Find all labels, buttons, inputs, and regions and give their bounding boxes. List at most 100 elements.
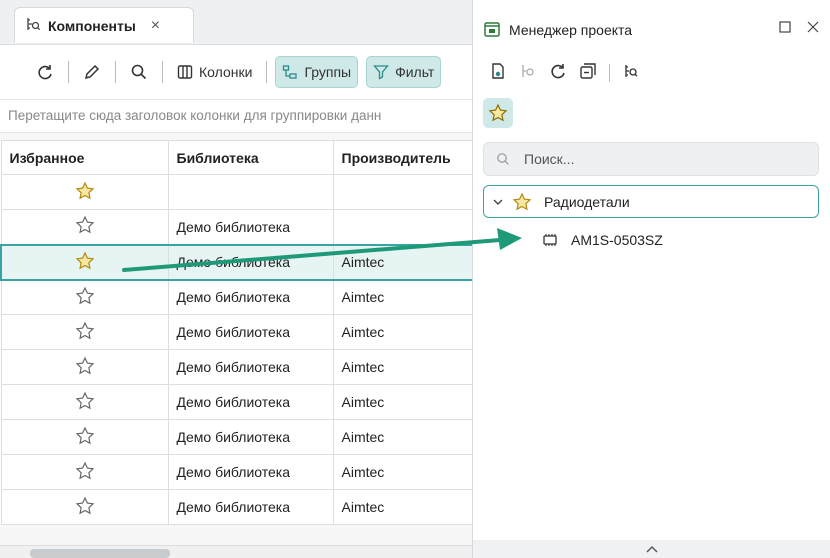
star-icon[interactable]: [75, 286, 95, 309]
library-cell: Демо библиотека: [167, 279, 334, 315]
chip-icon: [543, 234, 557, 246]
refresh-icon: [38, 65, 52, 80]
manufacturer-cell: Aimtec: [332, 384, 472, 420]
manufacturer-cell: Aimtec: [332, 349, 472, 385]
library-cell: Демо библиотека: [167, 209, 334, 245]
maximize-icon[interactable]: [779, 20, 791, 36]
favorite-cell[interactable]: [0, 384, 169, 420]
manufacturer-cell: Aimtec: [332, 314, 472, 350]
star-icon[interactable]: [75, 321, 95, 344]
edit-button[interactable]: [77, 57, 107, 87]
star-icon[interactable]: [75, 356, 95, 379]
library-cell: [167, 174, 334, 210]
panel-title: Менеджер проекта: [509, 22, 633, 38]
manufacturer-cell: Aimtec: [332, 279, 472, 315]
project-icon: [483, 20, 501, 41]
search-box: [483, 142, 819, 176]
manufacturer-cell: Aimtec: [332, 454, 472, 490]
favorite-cell[interactable]: [0, 279, 169, 315]
groups-button[interactable]: Группы: [275, 56, 359, 88]
group-drop-area[interactable]: Перетащите сюда заголовок колонки для гр…: [0, 99, 472, 133]
toolbar-divider: [609, 63, 610, 82]
toolbar: Колонки Группы Фильт: [0, 45, 472, 99]
refresh-icon[interactable]: [549, 62, 567, 83]
panel-header: Менеджер проекта: [483, 12, 823, 48]
chevron-up-icon: [646, 546, 658, 553]
manufacturer-cell: [332, 209, 472, 245]
library-cell: Демо библиотека: [167, 314, 334, 350]
close-icon[interactable]: ×: [151, 17, 160, 35]
component-search-icon[interactable]: [519, 62, 537, 83]
favorite-cell[interactable]: [0, 349, 169, 385]
groups-label: Группы: [304, 64, 352, 80]
tab-components[interactable]: Компоненты ×: [14, 7, 194, 43]
manufacturer-cell: Aimtec: [332, 243, 472, 281]
star-icon: [488, 103, 508, 122]
component-library-icon[interactable]: [622, 62, 640, 83]
component-search-icon: [25, 16, 41, 35]
toolbar-divider: [266, 61, 268, 83]
close-icon[interactable]: [807, 20, 819, 36]
collapse-panel-button[interactable]: [473, 540, 830, 558]
columns-label: Колонки: [199, 64, 253, 80]
table-row[interactable]: Демо библиотека Aimtec: [0, 419, 472, 455]
show-document-icon[interactable]: [489, 62, 507, 83]
tab-bar: Компоненты ×: [0, 0, 472, 45]
library-cell: Демо библиотека: [167, 454, 334, 490]
search-icon: [131, 64, 147, 80]
table-row[interactable]: Демо библиотека Aimtec: [0, 279, 472, 315]
components-panel: Компоненты × Колонки Группы Фильт Перета…: [0, 0, 472, 558]
library-cell: Демо библиотека: [167, 489, 334, 525]
search-icon: [497, 153, 509, 165]
star-icon[interactable]: [75, 461, 95, 484]
library-cell: Демо библиотека: [167, 419, 334, 455]
star-icon[interactable]: [75, 215, 95, 238]
favorite-cell[interactable]: [0, 174, 169, 210]
columns-button[interactable]: Колонки: [171, 57, 258, 87]
refresh-button[interactable]: [30, 57, 60, 87]
table-row[interactable]: Демо библиотека Aimtec: [0, 489, 472, 525]
tree-folder-radiodetali[interactable]: Радиодетали: [483, 185, 819, 218]
star-icon[interactable]: [75, 251, 95, 274]
search-input[interactable]: [522, 150, 786, 168]
scrollbar-thumb[interactable]: [30, 549, 170, 558]
favorite-cell[interactable]: [0, 419, 169, 455]
table-row[interactable]: Демо библиотека Aimtec: [0, 454, 472, 490]
star-icon[interactable]: [75, 496, 95, 519]
library-cell: Демо библиотека: [167, 384, 334, 420]
favorite-cell[interactable]: [0, 243, 169, 281]
favorite-cell[interactable]: [0, 489, 169, 525]
tree-item-label: AM1S-0503SZ: [571, 232, 663, 248]
filter-button[interactable]: Фильт: [366, 56, 442, 88]
column-header-favorite[interactable]: Избранное: [0, 140, 169, 175]
favorite-cell[interactable]: [0, 314, 169, 350]
table-row[interactable]: Демо библиотека Aimtec: [0, 314, 472, 350]
project-toolbar: [489, 62, 640, 83]
star-icon[interactable]: [75, 391, 95, 414]
table-row[interactable]: Демо библиотека: [0, 209, 472, 245]
column-header-library[interactable]: Библиотека: [167, 140, 334, 175]
favorite-cell[interactable]: [0, 209, 169, 245]
filter-icon: [373, 65, 389, 80]
column-header-manufacturer[interactable]: Производитель: [332, 140, 472, 175]
table-header-row: Избранное Библиотека Производитель: [0, 140, 472, 175]
table-row[interactable]: Демо библиотека Aimtec: [0, 349, 472, 385]
toolbar-divider: [68, 61, 69, 83]
filter-label: Фильт: [395, 64, 435, 80]
favorite-cell[interactable]: [0, 454, 169, 490]
collapse-all-icon[interactable]: [579, 62, 597, 83]
search-button[interactable]: [124, 57, 154, 87]
table-row[interactable]: Демо библиотека Aimtec: [0, 243, 472, 281]
chevron-down-icon[interactable]: [492, 196, 504, 208]
table-row[interactable]: [0, 174, 472, 210]
favorites-button[interactable]: [483, 98, 513, 128]
star-icon[interactable]: [75, 181, 95, 204]
tab-label: Компоненты: [48, 17, 136, 34]
star-icon: [512, 192, 532, 210]
project-manager-panel: Менеджер проекта Поиск... Радиодетали AM…: [472, 0, 830, 558]
table-row[interactable]: Демо библиотека Aimtec: [0, 384, 472, 420]
tree-item-component[interactable]: AM1S-0503SZ: [541, 228, 663, 252]
library-cell: Демо библиотека: [167, 349, 334, 385]
toolbar-divider: [162, 61, 163, 83]
star-icon[interactable]: [75, 426, 95, 449]
